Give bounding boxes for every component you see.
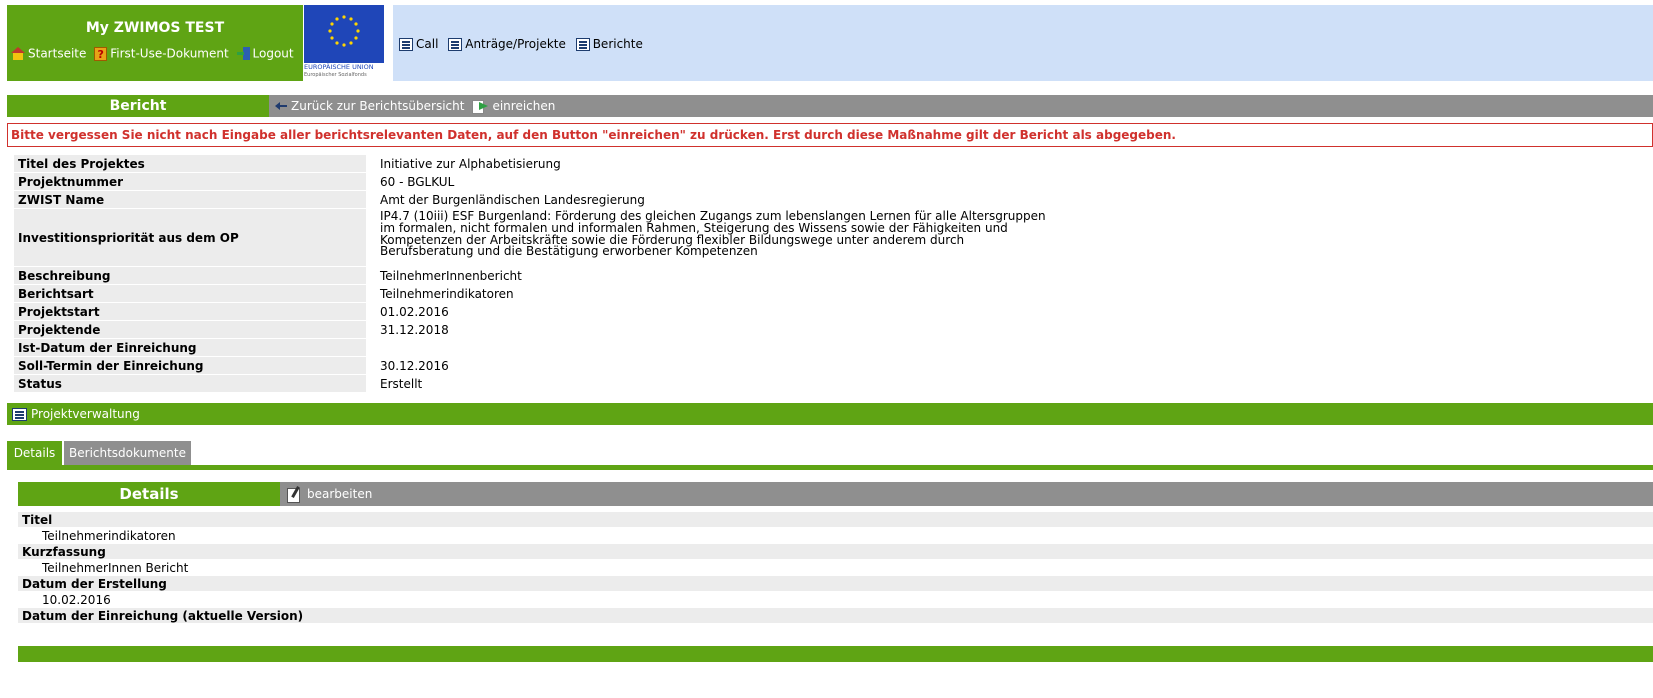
eu-logo-line2: Europäischer Sozialfonds (304, 72, 367, 78)
info-value: IP4.7 (10iii) ESF Burgenland: Förderung … (366, 209, 1653, 266)
info-row: Beschreibung TeilnehmerInnenbericht (14, 267, 1653, 285)
project-admin-label: Projektverwaltung (31, 407, 140, 421)
info-row: Projektstart 01.02.2016 (14, 303, 1653, 321)
back-to-overview-link[interactable]: Zurück zur Berichtsübersicht (275, 99, 464, 113)
tab-underline (7, 465, 1653, 470)
menu-call-label: Call (416, 37, 439, 51)
tab-details[interactable]: Details (7, 441, 62, 465)
info-value: Amt der Burgenländischen Landesregierung (366, 191, 1653, 208)
nav-first-use-label: First-Use-Dokument (110, 46, 229, 61)
info-row: Soll-Termin der Einreichung 30.12.2016 (14, 357, 1653, 375)
nav-first-use-dokument[interactable]: ? First-Use-Dokument (94, 46, 229, 61)
edit-icon (286, 486, 302, 503)
app-header: My ZWIMOS TEST Startseite ? First-Use-Dok… (7, 5, 1653, 81)
info-value: 01.02.2016 (366, 303, 1653, 320)
details-label: Kurzfassung (18, 544, 1653, 560)
info-row: Projektnummer 60 - BGLKUL (14, 173, 1653, 191)
info-value: TeilnehmerInnenbericht (366, 267, 1653, 284)
details-value: TeilnehmerInnen Bericht (18, 560, 1653, 576)
info-value: Initiative zur Alphabetisierung (366, 155, 1653, 172)
info-row: Titel des Projektes Initiative zur Alpha… (14, 155, 1653, 173)
brand-panel: My ZWIMOS TEST Startseite ? First-Use-Dok… (7, 5, 303, 81)
details-value: Teilnehmerindikatoren (18, 528, 1653, 544)
app-title: My ZWIMOS TEST (85, 20, 225, 36)
info-value: 30.12.2016 (366, 357, 1653, 374)
details-label: Titel (18, 512, 1653, 528)
table-icon (12, 407, 27, 421)
top-menu: Call Anträge/Projekte Berichte (399, 37, 649, 51)
back-label: Zurück zur Berichtsübersicht (291, 99, 465, 113)
details-toolbar: Details bearbeiten (18, 482, 1653, 506)
home-icon (11, 47, 25, 61)
eu-stars-icon (328, 15, 360, 47)
info-label: Investitionspriorität aus dem OP (18, 230, 239, 245)
edit-button[interactable]: bearbeiten (286, 486, 373, 503)
report-title: Bericht (7, 95, 269, 117)
menu-berichte[interactable]: Berichte (575, 37, 643, 51)
report-toolbar: Bericht Zurück zur Berichtsübersicht ein… (7, 95, 1653, 117)
menu-antraege-projekte[interactable]: Anträge/Projekte (448, 37, 566, 51)
info-label: Projektnummer (18, 174, 124, 189)
report-info-table: Titel des Projektes Initiative zur Alpha… (14, 155, 1653, 393)
info-row: Projektende 31.12.2018 (14, 321, 1653, 339)
info-row: Ist-Datum der Einreichung (14, 339, 1653, 357)
info-label: Ist-Datum der Einreichung (18, 340, 197, 355)
info-label: Beschreibung (18, 268, 111, 283)
menu-berichte-label: Berichte (592, 37, 643, 51)
eu-flag-icon (304, 5, 384, 63)
info-row: Berichtsart Teilnehmerindikatoren (14, 285, 1653, 303)
info-label: Titel des Projektes (18, 156, 145, 171)
info-row: ZWIST Name Amt der Burgenländischen Land… (14, 191, 1653, 209)
info-row: Status Erstellt (14, 375, 1653, 393)
logout-icon (236, 47, 250, 61)
project-admin-bar[interactable]: Projektverwaltung (7, 403, 1653, 425)
list-icon (448, 38, 463, 51)
nav-logout-label: Logout (252, 46, 294, 61)
nav-startseite-label: Startseite (28, 46, 87, 61)
info-label: Projektstart (18, 304, 100, 319)
menu-antraege-label: Anträge/Projekte (465, 37, 566, 51)
info-value: Teilnehmerindikatoren (366, 285, 1653, 302)
edit-label: bearbeiten (307, 487, 373, 501)
eu-logo: EUROPÄISCHE UNION Europäischer Sozialfon… (303, 5, 393, 81)
list-icon (399, 38, 413, 51)
menu-call[interactable]: Call (399, 37, 438, 51)
details-label: Datum der Einreichung (aktuelle Version) (18, 608, 1653, 624)
submit-label: einreichen (492, 99, 556, 113)
info-value: 31.12.2018 (366, 321, 1653, 338)
submit-button[interactable]: einreichen (464, 99, 556, 114)
details-fields: Titel Teilnehmerindikatoren Kurzfassung … (18, 512, 1653, 624)
brand-nav: Startseite ? First-Use-Dokument Logout (11, 46, 298, 61)
footer-bar (18, 646, 1653, 662)
info-value: 60 - BGLKUL (366, 173, 1653, 190)
nav-logout[interactable]: Logout (236, 46, 294, 61)
info-value-line: Berufsberatung und die Bestätigung erwor… (380, 244, 758, 259)
info-label: Soll-Termin der Einreichung (18, 358, 204, 373)
arrow-left-icon (275, 102, 287, 110)
details-label: Datum der Erstellung (18, 576, 1653, 592)
details-title: Details (18, 482, 280, 506)
eu-logo-line1: EUROPÄISCHE UNION (304, 63, 374, 71)
nav-startseite[interactable]: Startseite (11, 46, 86, 61)
info-label: Projektende (18, 322, 101, 337)
info-value: Erstellt (366, 375, 1653, 392)
info-label: Berichtsart (18, 286, 94, 301)
info-label: Status (18, 376, 62, 391)
tab-berichtsdokumente[interactable]: Berichtsdokumente (64, 441, 191, 465)
info-row: Investitionspriorität aus dem OP IP4.7 (… (14, 209, 1653, 267)
info-value (366, 339, 1653, 356)
submit-icon (472, 100, 489, 114)
help-icon: ? (94, 46, 108, 61)
info-label: ZWIST Name (18, 192, 105, 207)
submit-warning: Bitte vergessen Sie nicht nach Eingabe a… (7, 123, 1653, 147)
list-icon (575, 38, 590, 51)
details-value: 10.02.2016 (18, 592, 1653, 608)
